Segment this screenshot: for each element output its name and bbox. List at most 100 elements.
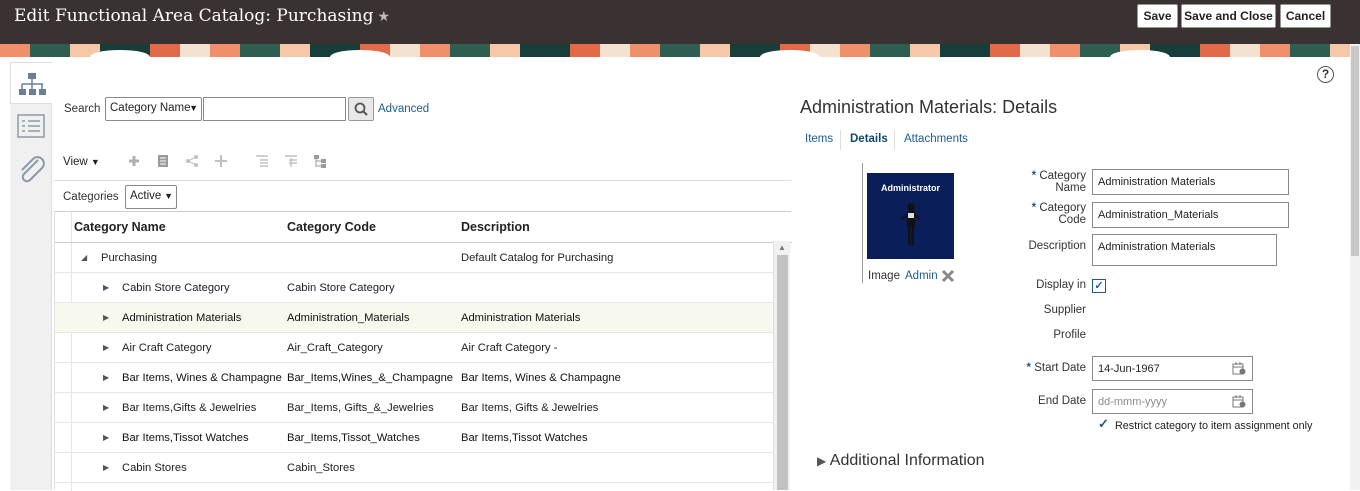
description-textarea[interactable]: Administration Materials	[1092, 234, 1277, 266]
category-code-cell: Cabin Store Category	[287, 282, 395, 294]
column-header-category-code[interactable]: Category Code	[287, 212, 376, 242]
categories-status-value: Active	[130, 190, 162, 202]
expand-row-icon[interactable]: ▶	[103, 393, 109, 423]
calendar-icon[interactable]	[1232, 361, 1246, 375]
search-field-select[interactable]: Category Name ▼	[105, 97, 202, 121]
hierarchy-icon[interactable]	[10, 62, 52, 104]
categories-status-select[interactable]: Active ▼	[125, 185, 177, 209]
toolbar-divider	[54, 180, 791, 181]
remove-image-icon[interactable]	[941, 269, 955, 283]
description-cell: Bar Items, Wines & Champagne	[461, 372, 621, 384]
expand-row-icon[interactable]: ▶	[103, 303, 109, 333]
tab-details[interactable]: Details	[850, 133, 888, 145]
additional-information-label: Additional Information	[829, 452, 985, 469]
hierarchy-view-icon[interactable]	[313, 154, 327, 168]
table-scrollbar[interactable]: ▲	[773, 241, 790, 490]
table-row[interactable]: ▶ Bar Items,Gifts & Jewelries Bar_Items, G…	[55, 393, 775, 423]
search-input[interactable]	[203, 97, 346, 121]
description-cell: Air Craft Category -	[461, 342, 558, 354]
category-name-label-line1: Category	[1039, 170, 1086, 182]
page-scrollbar[interactable]	[1350, 44, 1360, 490]
image-admin-link[interactable]: Admin	[905, 270, 938, 282]
expand-row-icon[interactable]: ▶	[103, 333, 109, 363]
search-field-value: Category Name	[110, 102, 191, 114]
share-icon[interactable]	[185, 154, 199, 168]
save-and-close-button[interactable]: Save and Close	[1181, 4, 1276, 28]
category-code-label-line2: Code	[1058, 214, 1087, 226]
required-mark: *	[1026, 362, 1032, 374]
category-code-input[interactable]: Administration_Materials	[1092, 202, 1289, 228]
administrator-figure-icon	[901, 203, 921, 245]
table-row[interactable]: ▶ Air Craft Category Air_Craft_Category Air…	[55, 333, 775, 363]
category-name-label: * Category Name	[1000, 170, 1086, 194]
image-label: Image	[868, 270, 900, 282]
description-cell: Bar Items,Tissot Watches	[461, 432, 588, 444]
category-image[interactable]: Administrator	[867, 173, 954, 259]
column-header-description[interactable]: Description	[461, 212, 530, 242]
list-icon[interactable]	[10, 106, 52, 148]
category-name-cell: Purchasing	[101, 252, 157, 264]
view-menu-label: View	[63, 156, 88, 168]
expand-row-icon[interactable]: ▶	[103, 273, 109, 303]
profile-label: Profile	[1053, 329, 1086, 341]
tab-items[interactable]: Items	[805, 133, 833, 145]
table-row[interactable]: ▶ Cabin Stores Cabin_Stores	[55, 453, 775, 483]
view-menu[interactable]: View ▼	[63, 156, 100, 168]
search-icon	[354, 102, 368, 116]
save-button[interactable]: Save	[1137, 4, 1178, 28]
end-date-input[interactable]: dd-mmm-yyyy	[1092, 389, 1253, 414]
description-cell: Bar Items, Gifts & Jewelries	[461, 402, 599, 414]
favorite-star-icon[interactable]: ★	[378, 9, 391, 25]
description-label: Description	[1028, 240, 1086, 252]
table-row[interactable]: ▶ Administration Materials Administration_…	[55, 303, 775, 333]
attachment-icon[interactable]	[10, 148, 52, 190]
required-mark: *	[1031, 202, 1037, 214]
display-in-supplier-profile-checkbox[interactable]: ✓	[1092, 279, 1106, 293]
end-date-placeholder: dd-mmm-yyyy	[1098, 396, 1168, 408]
category-code-cell: Bar_Items,Wines_&_Champagne	[287, 372, 454, 384]
category-name-input[interactable]: Administration Materials	[1092, 169, 1289, 195]
align-top-icon[interactable]	[284, 154, 298, 168]
search-button[interactable]	[348, 97, 374, 121]
table-row[interactable]: ▶ Cabin Store Category Cabin Store Categor…	[55, 273, 775, 303]
display-in-label: Display in	[1036, 279, 1086, 291]
category-code-label: * Category Code	[1000, 202, 1086, 226]
cancel-button[interactable]: Cancel	[1280, 4, 1331, 28]
table-row[interactable]: ▶ Bar Items, Wines & Champagne Bar_Items,W…	[55, 363, 775, 393]
description-cell: Default Catalog for Purchasing	[461, 252, 614, 264]
advanced-search-link[interactable]: Advanced	[378, 103, 429, 115]
collapse-row-icon[interactable]: ◢	[81, 243, 87, 273]
help-icon[interactable]: ?	[1317, 66, 1334, 83]
categories-table: Category Name Category Code Description …	[54, 211, 792, 491]
page-title: Edit Functional Area Catalog: Purchasing…	[14, 6, 390, 26]
category-name-cell: Administration Materials	[122, 312, 242, 324]
restrict-category-checkbox[interactable]: ✓	[1098, 416, 1109, 432]
column-header-category-name[interactable]: Category Name	[74, 212, 166, 242]
start-date-label: * Start Date	[1000, 362, 1086, 374]
add-icon[interactable]	[127, 154, 141, 168]
category-name-cell: Bar Items,Gifts & Jewelries	[122, 402, 257, 414]
search-label: Search	[64, 103, 101, 115]
categories-filter-label: Categories	[63, 191, 119, 203]
expand-row-icon[interactable]: ▶	[103, 423, 109, 453]
tab-attachments[interactable]: Attachments	[904, 133, 968, 145]
additional-information-section[interactable]: ▶ Additional Information	[817, 452, 985, 470]
category-name-label-line2: Name	[1055, 182, 1086, 194]
table-row[interactable]: ◢ Purchasing Default Catalog for Purchasin…	[55, 243, 775, 273]
category-code-cell: Bar_Items, Gifts_&_Jewelries	[287, 402, 434, 414]
table-row[interactable]: ▶ Bar Items,Tissot Watches Bar_Items,Tisso…	[55, 423, 775, 453]
align-left-icon[interactable]	[255, 154, 269, 168]
restrict-category-label: Restrict category to item assignment onl…	[1115, 420, 1313, 432]
category-name-cell: Cabin Stores	[122, 462, 187, 474]
calendar-icon[interactable]	[1232, 394, 1246, 408]
category-name-cell: Bar Items, Wines & Champagne	[122, 372, 282, 384]
supplier-label: Supplier	[1043, 304, 1086, 316]
edit-icon[interactable]	[156, 154, 170, 168]
move-icon[interactable]	[214, 154, 228, 168]
chevron-down-icon: ▼	[189, 103, 198, 113]
required-mark: *	[1031, 170, 1037, 182]
start-date-input[interactable]: 14-Jun-1967	[1092, 356, 1253, 381]
expand-row-icon[interactable]: ▶	[103, 453, 109, 483]
description-cell: Administration Materials	[461, 312, 581, 324]
expand-row-icon[interactable]: ▶	[103, 363, 109, 393]
